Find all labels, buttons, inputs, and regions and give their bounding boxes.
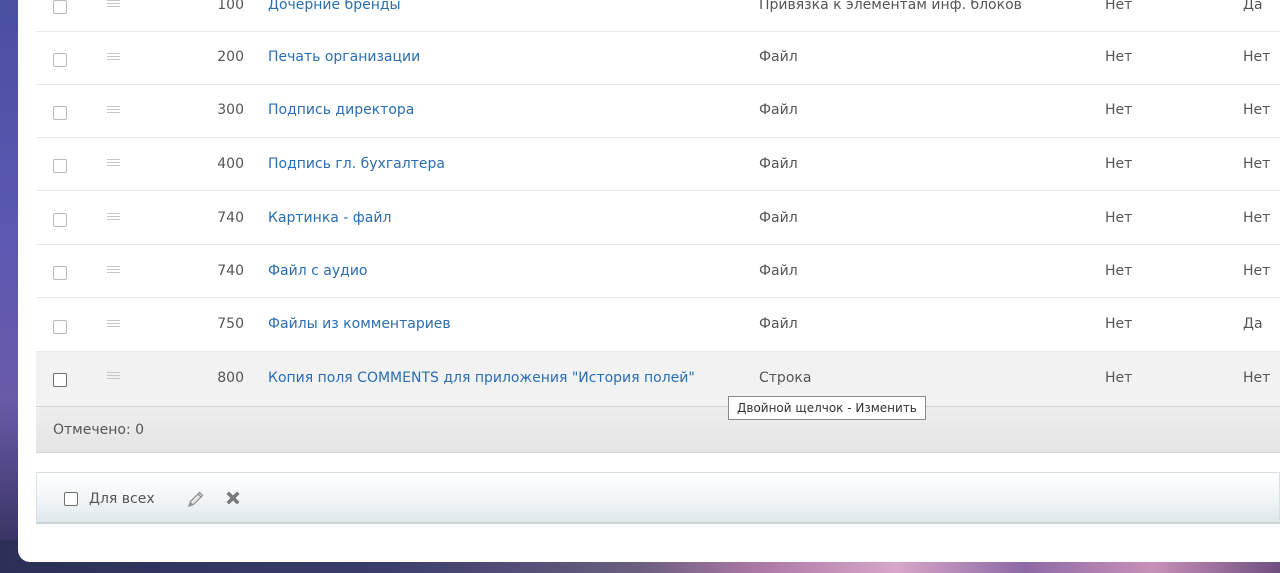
table-row[interactable]: 740 Картинка - файл Файл Нет Нет bbox=[36, 192, 1280, 245]
property-name-link[interactable]: Копия поля COMMENTS для приложения "Исто… bbox=[268, 370, 695, 386]
flag-cell: Нет bbox=[1105, 102, 1133, 118]
flag-cell: Нет bbox=[1243, 370, 1271, 386]
drag-handle-icon[interactable] bbox=[107, 266, 120, 275]
pencil-icon[interactable] bbox=[186, 489, 206, 509]
property-name-link[interactable]: Файлы из комментариев bbox=[268, 316, 451, 332]
property-name-link[interactable]: Подпись гл. бухгалтера bbox=[268, 156, 445, 172]
drag-handle-icon[interactable] bbox=[107, 0, 120, 9]
flag-cell: Нет bbox=[1105, 263, 1133, 279]
table-row[interactable]: 400 Подпись гл. бухгалтера Файл Нет Нет bbox=[36, 138, 1280, 191]
sort-value: 740 bbox=[217, 210, 244, 226]
selected-count: Отмечено: 0 bbox=[53, 422, 145, 438]
row-checkbox[interactable] bbox=[53, 320, 67, 334]
flag-cell: Нет bbox=[1105, 370, 1133, 386]
row-checkbox[interactable] bbox=[53, 53, 67, 67]
flag-cell: Нет bbox=[1105, 49, 1133, 65]
flag-cell: Нет bbox=[1243, 156, 1271, 172]
cross-icon[interactable] bbox=[223, 488, 243, 508]
drag-handle-icon[interactable] bbox=[107, 106, 120, 115]
drag-handle-icon[interactable] bbox=[107, 53, 120, 62]
property-type: Файл bbox=[759, 263, 798, 279]
table-row[interactable]: 100 Дочерние бренды Привязка к элементам… bbox=[36, 0, 1280, 32]
property-name-link[interactable]: Печать организации bbox=[268, 49, 420, 65]
drag-handle-icon[interactable] bbox=[107, 159, 120, 168]
row-checkbox[interactable] bbox=[53, 159, 67, 173]
property-type: Строка bbox=[759, 370, 812, 386]
property-name-link[interactable]: Дочерние бренды bbox=[268, 0, 401, 13]
group-actions-bar: Для всех bbox=[36, 472, 1280, 524]
drag-handle-icon[interactable] bbox=[107, 372, 120, 381]
flag-cell: Нет bbox=[1243, 263, 1271, 279]
property-type: Файл bbox=[759, 156, 798, 172]
row-checkbox[interactable] bbox=[53, 373, 67, 387]
property-type: Файл bbox=[759, 49, 798, 65]
flag-cell: Нет bbox=[1105, 210, 1133, 226]
property-type: Файл bbox=[759, 316, 798, 332]
flag-cell: Нет bbox=[1105, 316, 1133, 332]
flag-cell: Нет bbox=[1243, 49, 1271, 65]
sort-value: 750 bbox=[217, 316, 244, 332]
table-row[interactable]: 750 Файлы из комментариев Файл Нет Да bbox=[36, 299, 1280, 352]
property-name-link[interactable]: Картинка - файл bbox=[268, 210, 391, 226]
row-checkbox[interactable] bbox=[53, 106, 67, 120]
flag-cell: Нет bbox=[1243, 102, 1271, 118]
drag-handle-icon[interactable] bbox=[107, 320, 120, 329]
for-all-label[interactable]: Для всех bbox=[89, 491, 155, 507]
table-row[interactable]: 300 Подпись директора Файл Нет Нет bbox=[36, 85, 1280, 138]
drag-handle-icon[interactable] bbox=[107, 213, 120, 222]
row-checkbox[interactable] bbox=[53, 0, 67, 14]
property-type: Файл bbox=[759, 102, 798, 118]
sort-value: 740 bbox=[217, 263, 244, 279]
table-footer: Отмечено: 0 bbox=[36, 407, 1280, 453]
sort-value: 200 bbox=[217, 49, 244, 65]
table-row-hovered[interactable]: 800 Копия поля COMMENTS для приложения "… bbox=[36, 352, 1280, 407]
flag-cell: Нет bbox=[1105, 156, 1133, 172]
property-type: Привязка к элементам инф. блоков bbox=[759, 0, 1022, 13]
property-name-link[interactable]: Файл с аудио bbox=[268, 263, 367, 279]
flag-cell: Да bbox=[1243, 316, 1263, 332]
flag-cell: Да bbox=[1243, 0, 1263, 13]
flag-cell: Нет bbox=[1243, 210, 1271, 226]
tooltip: Двойной щелчок - Изменить bbox=[728, 396, 926, 420]
sort-value: 400 bbox=[217, 156, 244, 172]
table-row[interactable]: 740 Файл с аудио Файл Нет Нет bbox=[36, 245, 1280, 298]
table-row[interactable]: 200 Печать организации Файл Нет Нет bbox=[36, 32, 1280, 85]
sort-value: 800 bbox=[217, 370, 244, 386]
row-checkbox[interactable] bbox=[53, 266, 67, 280]
sort-value: 100 bbox=[217, 0, 244, 13]
sort-value: 300 bbox=[217, 102, 244, 118]
property-name-link[interactable]: Подпись директора bbox=[268, 102, 414, 118]
property-type: Файл bbox=[759, 210, 798, 226]
flag-cell: Нет bbox=[1105, 0, 1133, 13]
row-checkbox[interactable] bbox=[53, 213, 67, 227]
for-all-checkbox[interactable] bbox=[64, 492, 78, 506]
